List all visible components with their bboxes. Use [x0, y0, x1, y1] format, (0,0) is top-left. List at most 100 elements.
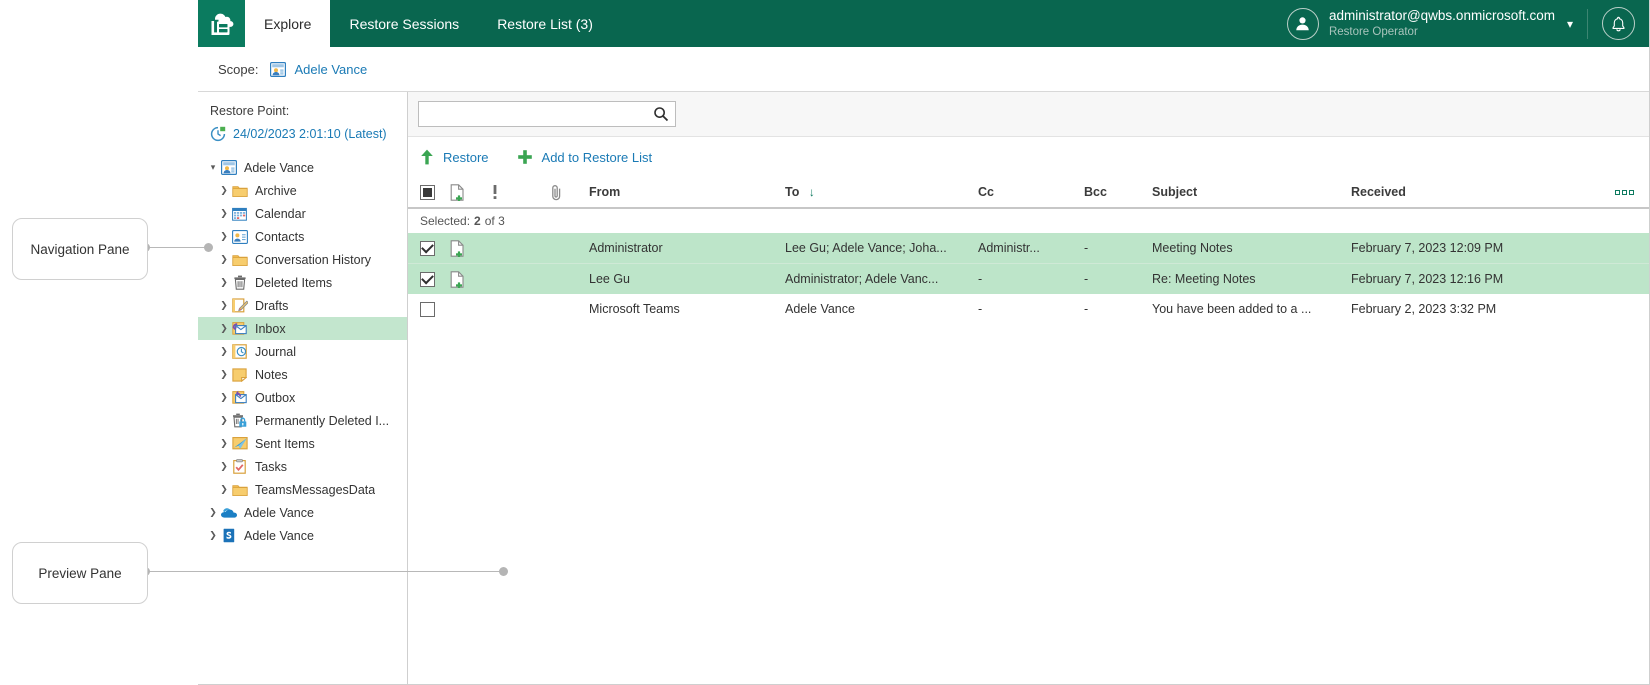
up-arrow-icon — [420, 149, 434, 165]
checkbox-checked-icon[interactable] — [420, 272, 435, 287]
header-to[interactable]: To ↓ — [785, 185, 978, 199]
chevron-right-icon[interactable]: ❯ — [217, 461, 231, 472]
scope-value-link[interactable]: Adele Vance — [294, 62, 367, 77]
tasks-icon — [231, 459, 248, 475]
chevron-right-icon[interactable]: ❯ — [217, 392, 231, 403]
content-split: Restore Point: 24/02/2023 2:01:10 (Lates… — [198, 92, 1649, 685]
checkbox-unchecked-icon[interactable] — [420, 302, 435, 317]
chevron-right-icon[interactable]: ❯ — [217, 254, 231, 265]
chevron-right-icon[interactable]: ❯ — [217, 346, 231, 357]
bell-icon[interactable] — [1602, 7, 1635, 40]
exchange-mailbox-icon — [220, 160, 237, 176]
chevron-right-icon[interactable]: ❯ — [217, 484, 231, 495]
tree-item-outbox[interactable]: ❯ Outbox — [198, 386, 407, 409]
contacts-icon — [231, 229, 248, 245]
restore-point-label: Restore Point: — [198, 92, 407, 118]
select-all-cell[interactable] — [420, 185, 450, 200]
tree-item-contacts[interactable]: ❯ Contacts — [198, 225, 407, 248]
table-row[interactable]: Microsoft Teams Adele Vance - - You have… — [408, 294, 1649, 324]
tree-item-deleted-items[interactable]: ❯ Deleted Items — [198, 271, 407, 294]
restore-point-selector[interactable]: 24/02/2023 2:01:10 (Latest) — [198, 118, 407, 142]
header-importance[interactable] — [492, 184, 551, 200]
user-area: administrator@qwbs.onmicrosoft.com Resto… — [1287, 0, 1649, 47]
checkbox-indeterminate-icon[interactable] — [420, 185, 435, 200]
chevron-down-icon[interactable]: ▾ — [1567, 17, 1573, 31]
chevron-right-icon[interactable]: ❯ — [206, 530, 220, 541]
tree-item-drafts[interactable]: ❯ Drafts — [198, 294, 407, 317]
annotation-connector-line — [146, 571, 505, 572]
row-from: Administrator — [589, 241, 785, 255]
paperclip-icon — [551, 184, 563, 201]
tree-item-conversation-history[interactable]: ❯ Conversation History — [198, 248, 407, 271]
restore-point-clock-icon — [210, 126, 226, 142]
tab-explore[interactable]: Explore — [245, 0, 330, 47]
checkbox-checked-icon[interactable] — [420, 241, 435, 256]
folder-icon — [231, 482, 248, 498]
folder-icon — [231, 252, 248, 268]
header-cc[interactable]: Cc — [978, 185, 1084, 199]
chevron-right-icon[interactable]: ❯ — [217, 323, 231, 334]
action-toolbar: Restore Add to Restore List — [408, 137, 1649, 177]
chevron-right-icon[interactable]: ❯ — [217, 185, 231, 196]
tab-label: Restore List (3) — [497, 16, 593, 32]
search-box[interactable] — [418, 101, 676, 127]
new-item-icon — [450, 240, 465, 257]
row-from: Lee Gu — [589, 272, 785, 286]
sort-descending-icon[interactable]: ↓ — [809, 185, 815, 199]
tree-item-mailbox-adele-vance[interactable]: ▾ Adele Vance — [198, 156, 407, 179]
chevron-right-icon[interactable]: ❯ — [217, 277, 231, 288]
header-attachment[interactable] — [551, 184, 589, 201]
column-chooser-icon[interactable] — [1615, 190, 1649, 195]
chevron-right-icon[interactable]: ❯ — [217, 438, 231, 449]
row-checkbox-cell[interactable] — [420, 272, 450, 287]
chevron-right-icon[interactable]: ❯ — [217, 415, 231, 426]
table-row[interactable]: Administrator Lee Gu; Adele Vance; Joha.… — [408, 233, 1649, 263]
header-received[interactable]: Received — [1351, 185, 1615, 199]
tree-item-permanently-deleted-items[interactable]: ❯ Perma — [198, 409, 407, 432]
tab-restore-list[interactable]: Restore List (3) — [478, 0, 612, 47]
tree-item-archive[interactable]: ❯ Archive — [198, 179, 407, 202]
chevron-right-icon[interactable]: ❯ — [217, 208, 231, 219]
calendar-icon — [231, 206, 248, 222]
tree-item-label: Adele Vance — [244, 506, 314, 520]
tree-item-inbox[interactable]: ❯ Inbox — [198, 317, 407, 340]
header-subject[interactable]: Subject — [1152, 185, 1351, 199]
user-avatar-icon[interactable] — [1287, 8, 1319, 40]
tree-item-sharepoint-adele-vance[interactable]: ❯ Adele Vance — [198, 524, 407, 547]
annotation-target-dot — [204, 243, 213, 252]
scope-label: Scope: — [218, 62, 258, 77]
add-to-restore-list-button[interactable]: Add to Restore List — [517, 149, 653, 165]
annotation-target-dot — [499, 567, 508, 576]
row-received: February 7, 2023 12:16 PM — [1351, 272, 1615, 286]
table-row[interactable]: Lee Gu Administrator; Adele Vanc... - - … — [408, 263, 1649, 294]
backup-appliance-icon — [208, 11, 236, 37]
chevron-right-icon[interactable]: ❯ — [217, 369, 231, 380]
tree-item-teamsmessagesdata[interactable]: ❯ TeamsMessagesData — [198, 478, 407, 501]
items-pane: Restore Add to Restore List — [408, 92, 1649, 685]
header-item-type[interactable] — [450, 184, 492, 201]
tree-item-sent-items[interactable]: ❯ Sent Items — [198, 432, 407, 455]
search-icon[interactable] — [653, 106, 669, 122]
chevron-right-icon[interactable]: ❯ — [206, 507, 220, 518]
header-from[interactable]: From — [589, 185, 785, 199]
restore-button[interactable]: Restore — [420, 149, 489, 165]
grid-header-row: From To ↓ Cc Bcc Subject Received — [408, 177, 1649, 209]
row-item-type-icon — [450, 271, 492, 288]
row-checkbox-cell[interactable] — [420, 241, 450, 256]
header-bcc[interactable]: Bcc — [1084, 185, 1152, 199]
tree-item-label: Adele Vance — [244, 161, 314, 175]
search-input[interactable] — [427, 106, 653, 122]
row-bcc: - — [1084, 241, 1152, 255]
tree-item-journal[interactable]: ❯ Journal — [198, 340, 407, 363]
chevron-right-icon[interactable]: ❯ — [217, 231, 231, 242]
row-cc: - — [978, 302, 1084, 316]
tree-item-onedrive-adele-vance[interactable]: ❯ Adele Vance — [198, 501, 407, 524]
chevron-down-icon[interactable]: ▾ — [206, 162, 220, 173]
row-bcc: - — [1084, 302, 1152, 316]
tab-restore-sessions[interactable]: Restore Sessions — [330, 0, 478, 47]
tree-item-notes[interactable]: ❯ Notes — [198, 363, 407, 386]
row-checkbox-cell[interactable] — [420, 302, 450, 317]
tree-item-tasks[interactable]: ❯ Tasks — [198, 455, 407, 478]
tree-item-calendar[interactable]: ❯ — [198, 202, 407, 225]
chevron-right-icon[interactable]: ❯ — [217, 300, 231, 311]
